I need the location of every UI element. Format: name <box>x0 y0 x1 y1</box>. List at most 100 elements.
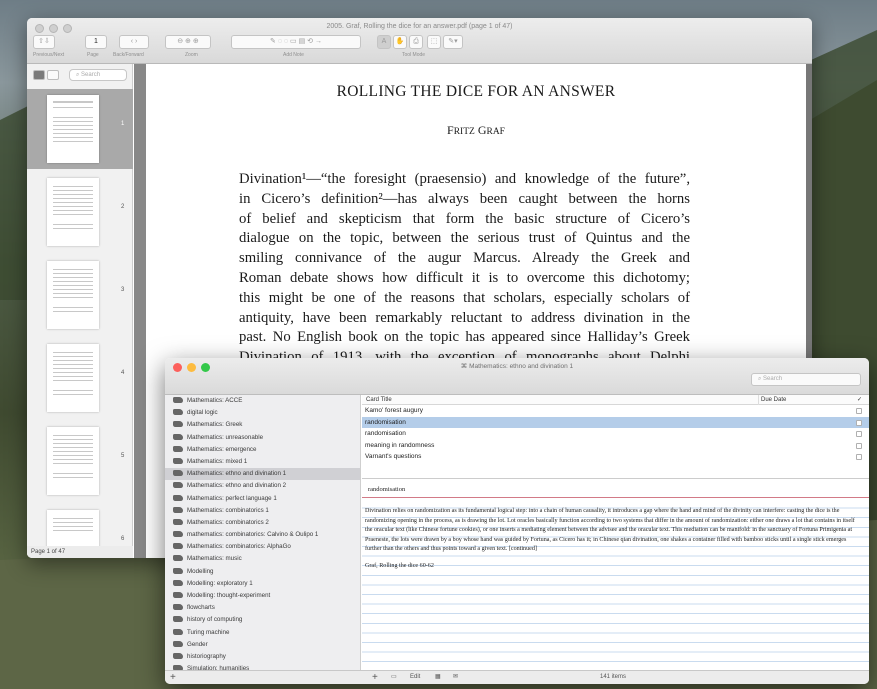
deck-label: flowcharts <box>187 604 215 612</box>
deck-item[interactable]: flowcharts <box>165 602 360 614</box>
column-card-title[interactable]: Card Title <box>362 397 392 403</box>
deck-label: Mathematics: music <box>187 555 242 563</box>
body-line: this might be one of the reasons that sc… <box>239 289 690 306</box>
deck-icon <box>173 592 183 598</box>
deck-icon <box>173 397 183 403</box>
deck-icon <box>173 518 183 525</box>
add-card-button[interactable]: + <box>372 671 378 684</box>
deck-icon <box>173 433 183 440</box>
sidebar-search-input[interactable]: ⌕ Search <box>69 69 127 81</box>
deck-item[interactable]: digital logic <box>165 407 360 419</box>
paper-body: Divination¹—“the foresight (praesensio) … <box>239 170 690 368</box>
label-previous-next: Previous/Next <box>33 52 65 58</box>
flashcard-bottom-bar: + + ▭ Edit ▦ ✉ 141 items <box>165 670 869 684</box>
deck-item[interactable]: Mathematics: combinatorics: AlphaGo <box>165 541 360 553</box>
body-line: in Cicero’s definition²—has always been … <box>239 190 690 207</box>
deck-label: historiography <box>187 652 226 660</box>
item-count: 141 items <box>600 674 627 680</box>
card-title: meaning in randomness <box>365 441 435 449</box>
deck-item[interactable]: Mathematics: unreasonable <box>165 432 360 444</box>
thumbnail-sidebar: ⌕ Search 1 2 3 4 5 6 Page 1 of 47 <box>27 64 133 558</box>
add-deck-button[interactable]: + <box>170 671 176 684</box>
card-checkbox[interactable] <box>856 408 862 414</box>
page-status: Page 1 of 47 <box>27 546 133 558</box>
deck-item[interactable]: historiography <box>165 651 360 663</box>
page-thumbnail[interactable]: 4 <box>27 338 133 418</box>
card-row[interactable]: meaning in randomness <box>362 440 869 452</box>
zoom-buttons[interactable]: ⊖ ⊕ ⊕ <box>165 35 211 49</box>
deck-item[interactable]: history of computing <box>165 614 360 626</box>
list-view-button[interactable] <box>47 70 59 80</box>
deck-item[interactable]: Turing machine <box>165 627 360 639</box>
page-thumbnail[interactable]: 1 <box>27 89 133 169</box>
card-checkbox[interactable] <box>856 442 862 449</box>
page-thumbnail[interactable]: 2 <box>27 172 133 252</box>
deck-label: Mathematics: emergence <box>187 445 257 453</box>
deck-item[interactable]: Gender <box>165 639 360 651</box>
deck-item[interactable]: Mathematics: perfect language 1 <box>165 493 360 505</box>
deck-item[interactable]: Modelling: thought-experiment <box>165 590 360 602</box>
card-row[interactable]: randomisation <box>362 416 869 428</box>
label-tool-mode: Tool Mode <box>402 52 426 58</box>
card-title: randomisation <box>365 430 406 437</box>
body-line: antiquity, have been remarkably reluctan… <box>239 309 690 326</box>
deck-item[interactable]: Mathematics: ACCE <box>165 395 360 407</box>
window-title: 2005. Graf, Rolling the dice for an answ… <box>326 23 513 30</box>
card-search-input[interactable]: ⌕ Search <box>751 373 861 386</box>
annotation-tools[interactable]: ✎ ◌ ◌ ▭ ▤ ⟲ → <box>231 35 361 49</box>
mail-icon[interactable]: ✉ <box>453 671 458 684</box>
select-tool-button[interactable]: ⬚ <box>427 35 441 49</box>
hand-tool-button[interactable]: ✋ <box>393 35 407 49</box>
card-back[interactable]: Divination relies on randomization as it… <box>362 499 869 670</box>
deck-item[interactable]: Mathematics: combinatorics 2 <box>165 517 360 529</box>
card-checkbox[interactable] <box>856 454 862 460</box>
deck-list: Mathematics: ACCE digital logic Mathematic… <box>165 395 361 670</box>
card-row[interactable]: Kamo' forest augury <box>362 405 869 417</box>
body-line: dialogue on the topic, between the serio… <box>239 230 690 247</box>
card-front[interactable]: randomisation <box>362 478 869 498</box>
deck-item[interactable]: Simulation: humanities <box>165 663 360 670</box>
page-thumbnail[interactable]: 3 <box>27 255 133 335</box>
deck-item[interactable]: Mathematics: ethno and divination 2 <box>165 480 360 492</box>
deck-label: Mathematics: mixed 1 <box>187 457 248 465</box>
deck-label: Mathematics: ethno and divination 1 <box>187 470 287 478</box>
grid-icon[interactable]: ▦ <box>435 671 441 684</box>
card-row[interactable]: Varnant's questions <box>362 451 869 463</box>
paper-title: ROLLING THE DICE FOR AN ANSWER <box>336 83 616 100</box>
preview-toolbar: 2005. Graf, Rolling the dice for an answ… <box>27 18 812 64</box>
previous-button[interactable]: ⇧⇩ <box>33 35 55 49</box>
edit-button[interactable]: Edit <box>410 671 420 684</box>
thumbnail-view-button[interactable] <box>33 70 45 80</box>
label-add-note: Add Note <box>283 52 304 58</box>
deck-icon <box>173 579 183 586</box>
card-checkbox[interactable] <box>856 419 862 426</box>
deck-item[interactable]: mathematics: combinatorics: Calvino & Ou… <box>165 529 360 541</box>
body-line: Roman debate shows how difficult it is t… <box>239 269 690 286</box>
deck-label: Mathematics: ACCE <box>187 397 243 404</box>
deck-item[interactable]: Mathematics: emergence <box>165 444 360 456</box>
text-tool-button[interactable]: A <box>377 35 391 49</box>
deck-item[interactable]: Modelling <box>165 566 360 578</box>
deck-icon <box>173 421 183 428</box>
card-checkbox[interactable] <box>856 431 862 437</box>
deck-item[interactable]: Mathematics: mixed 1 <box>165 456 360 468</box>
column-due-date[interactable]: Due Date <box>758 395 786 405</box>
deck-icon <box>173 482 183 489</box>
column-check[interactable]: ✓ <box>857 395 862 405</box>
deck-item[interactable]: Mathematics: music <box>165 553 360 565</box>
back-forward-button[interactable]: ‹ › <box>119 35 149 49</box>
deck-label: Gender <box>187 640 208 648</box>
new-folder-icon[interactable]: ▭ <box>391 671 397 684</box>
page-field[interactable]: 1 <box>85 35 107 49</box>
deck-item[interactable]: Mathematics: combinatorics 1 <box>165 505 360 517</box>
card-row[interactable]: randomisation <box>362 428 869 440</box>
print-button[interactable]: ⎙ <box>409 35 423 49</box>
deck-label: Modelling: exploratory 1 <box>187 579 253 587</box>
deck-icon <box>173 494 183 501</box>
page-thumbnail[interactable]: 5 <box>27 421 133 501</box>
deck-item[interactable]: Modelling: exploratory 1 <box>165 578 360 590</box>
window-title: ⌘ Mathematics: ethno and divination 1 <box>460 363 574 370</box>
markup-button[interactable]: ✎▾ <box>443 35 463 49</box>
deck-item[interactable]: Mathematics: ethno and divination 1 <box>165 468 360 481</box>
deck-item[interactable]: Mathematics: Greek <box>165 419 360 431</box>
